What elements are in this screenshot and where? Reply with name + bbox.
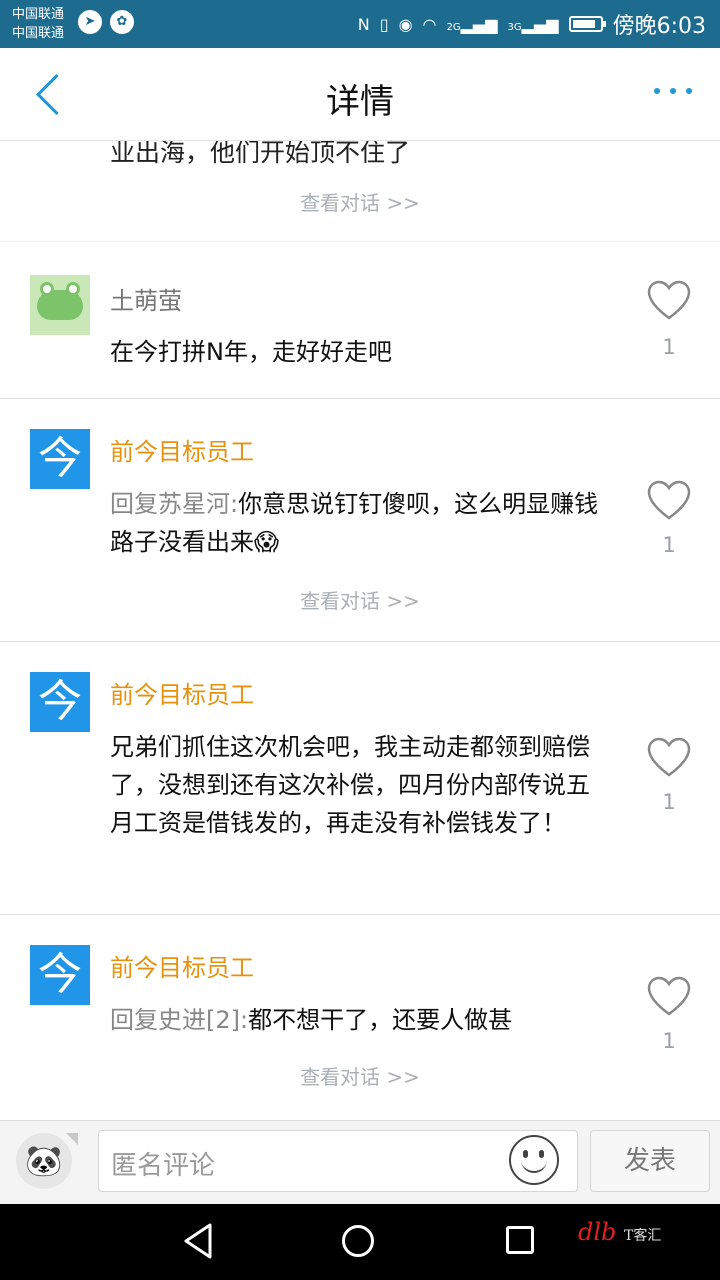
clock: 傍晚6:03 — [612, 14, 706, 39]
like-count: 1 — [662, 1029, 676, 1053]
author-name[interactable]: 前今目标员工 — [110, 432, 254, 467]
panda-icon: 🐼 — [25, 1143, 63, 1179]
comment-item: 今 前今目标员工 兄弟们抓住这次机会吧，我主动走都领到赔偿了，没想到还有这次补偿… — [0, 642, 720, 915]
system-indicators: N ▯ ◉ ◠ 2G▂▄▆ 3G▂▄▆ 傍晚6:03 — [358, 0, 706, 48]
view-conversation-link[interactable]: 查看对话 >> — [0, 187, 720, 216]
comment-item: 今 前今目标员工 回复苏星河:你意思说钉钉傻呗，这么明显赚钱路子没看出来😱 1 … — [0, 399, 720, 642]
heart-icon — [647, 737, 691, 777]
avatar[interactable]: 今 — [30, 429, 90, 489]
wechat-icon: ✿ — [110, 10, 134, 34]
system-nav-bar: dlb T客汇 — [0, 1204, 720, 1280]
heart-icon — [647, 280, 691, 320]
comment-input-bar: 🐼 匿名评论 发表 — [0, 1120, 720, 1205]
avatar[interactable] — [30, 275, 90, 335]
comment-text: 在今打拼N年，走好好走吧 — [110, 338, 392, 366]
heart-icon — [647, 976, 691, 1016]
battery-icon — [568, 16, 606, 32]
reply-prefix[interactable]: 回复苏星河: — [110, 490, 238, 518]
post-button[interactable]: 发表 — [590, 1130, 710, 1192]
like-button[interactable] — [646, 279, 692, 321]
carrier-labels: 中国联通 中国联通 — [12, 5, 64, 43]
previous-comment-text: 业出海，他们开始顶不住了 — [110, 141, 411, 167]
header: 详情 — [0, 48, 720, 141]
status-bar: 中国联通 中国联通 ➤ ✿ N ▯ ◉ ◠ 2G▂▄▆ 3G▂▄▆ 傍晚6:03 — [0, 0, 720, 48]
author-name[interactable]: 土萌萤 — [110, 281, 182, 316]
nav-recents-icon[interactable] — [506, 1226, 534, 1254]
comment-body: 都不想干了，还要人做甚 — [248, 1006, 513, 1034]
like-button[interactable] — [646, 736, 692, 778]
dot-icon — [670, 88, 676, 94]
comment-placeholder: 匿名评论 — [111, 1151, 216, 1181]
view-conversation-link[interactable]: 查看对话 >> — [0, 585, 720, 614]
signal-2g-icon: 2G▂▄▆ — [446, 14, 498, 34]
comment-text: 兄弟们抓住这次机会吧，我主动走都领到赔偿了，没想到还有这次补偿，四月份内部传说五… — [110, 733, 590, 837]
dot-icon — [686, 88, 692, 94]
avatar-switch-indicator — [66, 1133, 78, 1145]
watermark-text: T客汇 — [624, 1228, 662, 1244]
comment-list[interactable]: 业出海，他们开始顶不住了 查看对话 >> 土萌萤 在今打拼N年，走好好走吧 1 … — [0, 141, 720, 1120]
notification-icons: ➤ ✿ — [78, 10, 134, 34]
vibrate-icon: ▯ — [379, 14, 389, 34]
like-button[interactable] — [646, 479, 692, 521]
view-conversation-link[interactable]: 查看对话 >> — [0, 1061, 720, 1090]
author-name[interactable]: 前今目标员工 — [110, 675, 254, 710]
nav-back-icon[interactable] — [180, 1221, 220, 1261]
watermark-logo: dlb — [578, 1218, 617, 1246]
comment-text: 回复苏星河:你意思说钉钉傻呗，这么明显赚钱路子没看出来😱 — [110, 485, 610, 561]
emoji-button[interactable] — [509, 1135, 559, 1185]
frog-icon — [37, 282, 83, 320]
like-count: 1 — [662, 335, 676, 359]
carrier-2: 中国联通 — [12, 26, 65, 41]
like-button[interactable] — [646, 975, 692, 1017]
paper-plane-icon: ➤ — [78, 10, 102, 34]
carrier-1: 中国联通 — [12, 7, 65, 22]
like-count: 1 — [662, 533, 676, 557]
avatar[interactable]: 今 — [30, 672, 90, 732]
comment-input[interactable]: 匿名评论 — [98, 1130, 578, 1192]
nfc-icon: N — [357, 14, 370, 34]
comment-item: 今 前今目标员工 回复史进[2]:都不想干了，还要人做甚 1 查看对话 >> — [0, 915, 720, 1119]
heart-icon — [647, 480, 691, 520]
reply-prefix[interactable]: 回复史进[2]: — [110, 1006, 248, 1034]
comment-item: 土萌萤 在今打拼N年，走好好走吧 1 — [0, 241, 720, 399]
dot-icon — [654, 88, 660, 94]
watermark: dlb T客汇 — [578, 1218, 661, 1246]
comment-text: 回复史进[2]:都不想干了，还要人做甚 — [110, 1001, 610, 1039]
battery-level — [572, 20, 595, 28]
eye-icon: ◉ — [398, 14, 413, 34]
like-count: 1 — [662, 790, 676, 814]
nav-home-icon[interactable] — [342, 1225, 374, 1257]
signal-3g-icon: 3G▂▄▆ — [507, 14, 559, 34]
author-name[interactable]: 前今目标员工 — [110, 948, 254, 983]
more-options-button[interactable] — [654, 88, 692, 94]
wifi-icon: ◠ — [422, 14, 437, 34]
page-title: 详情 — [326, 82, 394, 122]
anonymous-avatar[interactable]: 🐼 — [16, 1133, 72, 1189]
avatar[interactable]: 今 — [30, 945, 90, 1005]
